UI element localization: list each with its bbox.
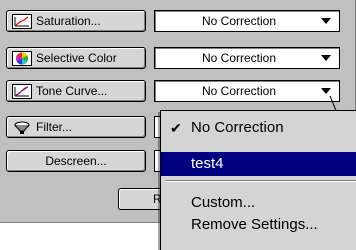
menu-item-custom[interactable]: Custom... — [161, 191, 356, 215]
menu-item-label: Remove Settings... — [191, 216, 318, 233]
saturation-label: Saturation... — [36, 14, 101, 28]
saturation-select[interactable]: No Correction — [154, 10, 340, 32]
menu-item-test4[interactable]: test4 — [161, 152, 356, 176]
tone-curve-button[interactable]: Tone Curve... — [6, 80, 146, 102]
filter-icon — [12, 120, 32, 135]
saturation-select-value: No Correction — [201, 14, 277, 28]
tone-curve-icon — [12, 83, 32, 99]
selective-color-label: Selective Color — [36, 51, 117, 65]
filter-button[interactable]: Filter... — [6, 116, 146, 138]
chevron-down-icon — [321, 55, 331, 61]
selective-color-icon — [12, 50, 32, 66]
selective-color-select[interactable]: No Correction — [154, 47, 340, 69]
tone-curve-label: Tone Curve... — [36, 84, 108, 98]
correction-dropdown-menu: ✔ No Correction test4 Custom... Remove S… — [160, 110, 356, 250]
descreen-button[interactable]: Descreen... — [6, 150, 146, 172]
selective-color-select-value: No Correction — [201, 51, 277, 65]
filter-label: Filter... — [36, 120, 73, 134]
saturation-icon — [12, 13, 32, 29]
menu-item-label: No Correction — [191, 119, 284, 136]
chevron-down-icon — [321, 18, 331, 24]
menu-separator — [165, 180, 356, 182]
menu-item-remove-settings[interactable]: Remove Settings... — [161, 213, 356, 237]
tone-curve-select-value: No Correction — [201, 84, 277, 98]
saturation-button[interactable]: Saturation... — [6, 10, 146, 32]
tone-curve-select[interactable]: No Correction — [154, 80, 340, 102]
descreen-label: Descreen... — [45, 154, 107, 168]
checkmark-icon: ✔ — [170, 120, 182, 136]
reset-button[interactable]: R — [118, 188, 162, 210]
menu-item-label: test4 — [191, 155, 224, 172]
menu-item-label: Custom... — [191, 194, 256, 211]
menu-item-no-correction[interactable]: ✔ No Correction — [161, 116, 356, 140]
selective-color-button[interactable]: Selective Color — [6, 47, 146, 69]
chevron-down-icon — [321, 88, 331, 94]
